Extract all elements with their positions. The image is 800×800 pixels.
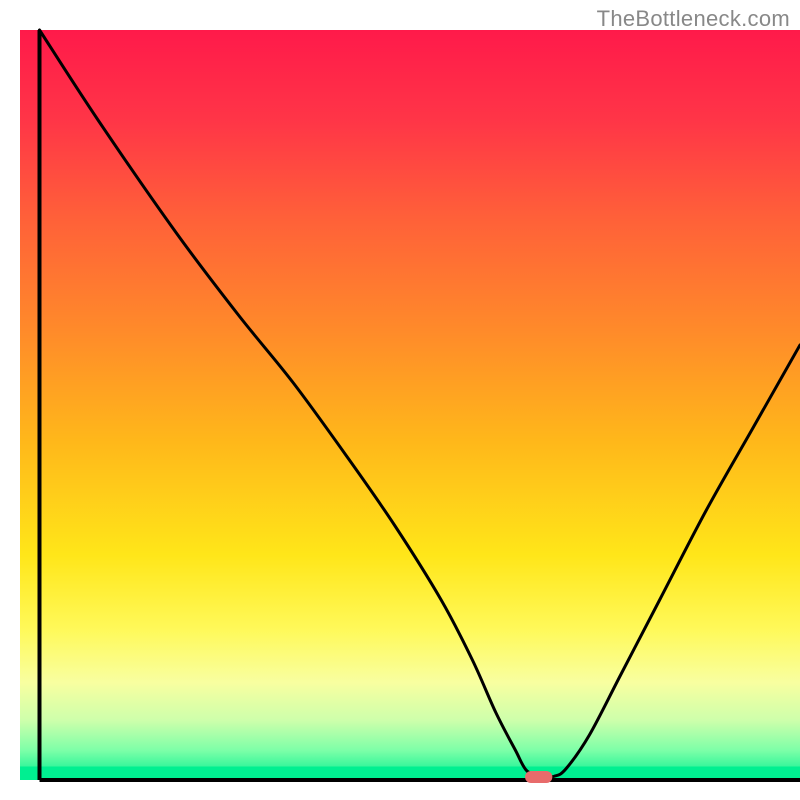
gradient-background <box>20 30 800 780</box>
bottleneck-chart: TheBottleneck.com <box>0 0 800 800</box>
bottom-band <box>20 767 800 781</box>
watermark-text: TheBottleneck.com <box>597 6 790 32</box>
chart-canvas <box>0 0 800 800</box>
optimal-marker <box>525 771 552 783</box>
